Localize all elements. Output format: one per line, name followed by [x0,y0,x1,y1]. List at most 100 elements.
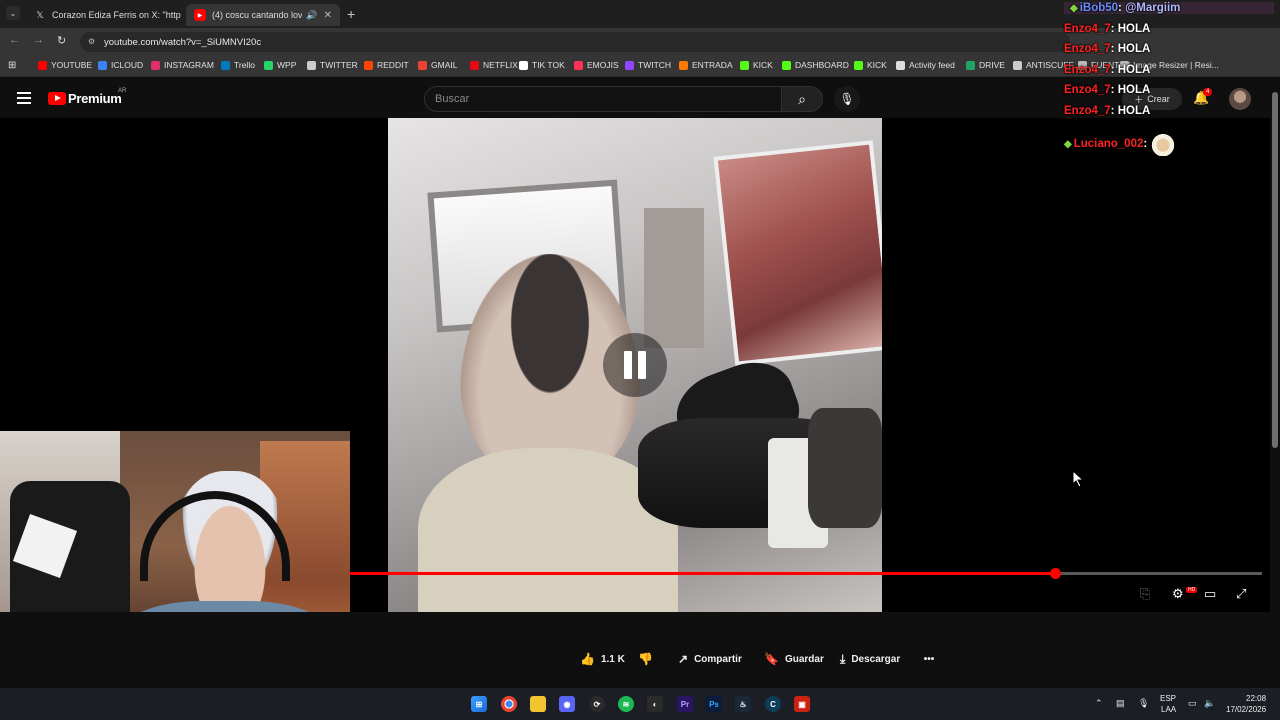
bookmark-emojis[interactable]: EMOJIS [574,60,619,70]
fullscreen-icon[interactable]: ⤢ [1236,586,1246,602]
new-tab-button[interactable]: + [347,6,355,22]
windows-start-icon[interactable]: ⊞ [471,696,487,712]
network-icon[interactable]: ▭ [1188,698,1197,709]
bookmark-twitter[interactable]: TWITTER [307,60,358,70]
chat-text: @Margiim [1125,2,1181,14]
bookmark-dashboard[interactable]: DASHBOARD [782,60,849,70]
pause-icon[interactable] [603,333,667,397]
volume-icon[interactable]: 🔈 [1204,698,1215,709]
audio-playing-icon[interactable]: 🔊 [306,10,317,21]
bookmark-twitch[interactable]: TWITCH [625,60,671,70]
dark-object [808,408,882,528]
menu-icon[interactable] [17,92,31,107]
youtube-logo-icon[interactable] [48,92,66,105]
chat-username: Enzo4_7 [1064,64,1111,76]
tab-search-button[interactable]: ⌄ [6,6,20,20]
settings-gear-icon[interactable]: ⚙ [1172,586,1184,602]
youtube-premium-label[interactable]: Premium [68,91,122,106]
chat-text: HOLA [1117,84,1151,96]
download-icon: ⤓ [840,651,846,666]
bookmark-favicon-icon [574,60,583,70]
more-actions-button[interactable]: ••• [916,647,942,671]
tray-expand-icon[interactable]: ⌃ [1095,698,1103,709]
premiere-icon[interactable]: Pr [677,696,693,712]
bookmark-favicon-icon [307,60,316,70]
more-icon: ••• [923,653,935,665]
search-input[interactable]: Buscar [424,86,782,112]
bookmark-drive[interactable]: DRIVE [966,60,1005,70]
address-bar[interactable]: youtube.com/watch?v=_SiUMNVI20c [80,32,1070,52]
bookmark-kick[interactable]: KICK [854,60,887,70]
voice-search-button[interactable]: 🎙 [834,86,860,112]
x-icon: 𝕏 [36,9,44,20]
chat-message: Enzo4_7: HOLA [1064,64,1150,76]
bookmark-tik-tok[interactable]: TIK TOK [519,60,565,70]
app-icon[interactable]: C [765,696,781,712]
chat-text: HOLA [1117,105,1151,117]
apps-grid-icon[interactable]: ⊞ [8,60,16,71]
bookmark-icloud[interactable]: ICLOUD [98,60,143,70]
site-info-icon[interactable]: ⚙ [88,37,95,46]
app-icon[interactable]: ⟳ [589,696,605,712]
search-button[interactable]: ⌕ [781,86,823,112]
steam-icon[interactable]: ♨ [735,696,751,712]
tray-app-icon[interactable]: ▤ [1116,698,1125,709]
bookmark-label: TWITCH [638,60,672,70]
bookmark-label: DASHBOARD [795,60,849,70]
forward-icon[interactable]: → [33,34,44,46]
scrollbar-thumb[interactable] [1272,92,1278,448]
chat-separator: : [1110,105,1118,117]
bookmark-instagram[interactable]: INSTAGRAM [151,60,214,70]
like-button[interactable]: 👍 1.1 K [572,647,633,671]
chat-separator: : [1110,84,1118,96]
close-tab-icon[interactable]: ✕ [181,10,182,21]
bookmark-gmail[interactable]: GMAIL [418,60,457,70]
bookmark-favicon-icon [854,60,863,70]
keyboard-layout[interactable]: LAA [1161,705,1176,714]
clock-date[interactable]: 17/02/2026 [1226,705,1266,714]
spotify-icon[interactable]: ≋ [618,696,634,712]
bookmark-entrada[interactable]: ENTRADA [679,60,733,70]
bookmark-favicon-icon [151,60,160,70]
bookmark-activity-feed[interactable]: Activity feed [896,60,955,70]
clock-time[interactable]: 22:08 [1246,694,1266,703]
bookmark-trello[interactable]: Trello [221,60,255,70]
bookmark-wpp[interactable]: WPP [264,60,296,70]
file-explorer-icon[interactable] [530,696,546,712]
progress-bar[interactable] [350,568,1262,579]
bookmark-label: GMAIL [431,60,458,70]
share-button[interactable]: ↗ Compartir [670,647,750,671]
theater-mode-icon[interactable]: ▭ [1204,586,1216,602]
microphone-tray-icon[interactable]: 🎙 [1138,698,1149,709]
browser-tab[interactable]: 𝕏 Corazon Ediza Ferris on X: "http ✕ [26,4,182,26]
bookmark-netflix[interactable]: NETFLIX [470,60,518,70]
bookmark-label: KICK [753,60,773,70]
share-icon: ↗ [678,652,689,666]
subtitles-icon[interactable]: ⎘ [1140,586,1150,602]
bookmark-youtube[interactable]: YOUTUBE [38,60,92,70]
bookmark-favicon-icon [221,60,230,70]
close-tab-icon[interactable]: ✕ [318,10,332,21]
chrome-icon[interactable] [501,696,517,712]
bookmark-label: EMOJIS [587,60,619,70]
browser-tab-active[interactable]: ▶ (4) coscu cantando love you 🔊 ✕ [186,4,340,26]
reload-icon[interactable]: ↻ [57,34,66,47]
share-label: Compartir [694,653,742,665]
bookmark-favicon-icon [364,60,373,70]
photoshop-icon[interactable]: Ps [706,696,722,712]
bookmark-kick[interactable]: KICK [740,60,773,70]
back-icon[interactable]: ← [9,34,20,46]
scrubber-handle[interactable] [1049,568,1061,579]
app-icon[interactable]: ▣ [794,696,810,712]
save-button[interactable]: 🔖 Guardar [756,647,832,671]
chat-text: HOLA [1117,64,1151,76]
thumbs-down-icon: 👎 [638,652,653,666]
bookmark-reddit[interactable]: REDDIT [364,60,409,70]
chat-emote-icon [1150,132,1177,156]
dislike-button[interactable]: 👎 [630,647,661,671]
obs-icon[interactable]: ◐ [647,696,663,712]
discord-icon[interactable]: ◉ [559,696,575,712]
download-button[interactable]: ⤓ Descargar [832,647,909,671]
chat-badge-icon: ◆ [1070,3,1078,14]
language-indicator[interactable]: ESP [1160,694,1176,703]
